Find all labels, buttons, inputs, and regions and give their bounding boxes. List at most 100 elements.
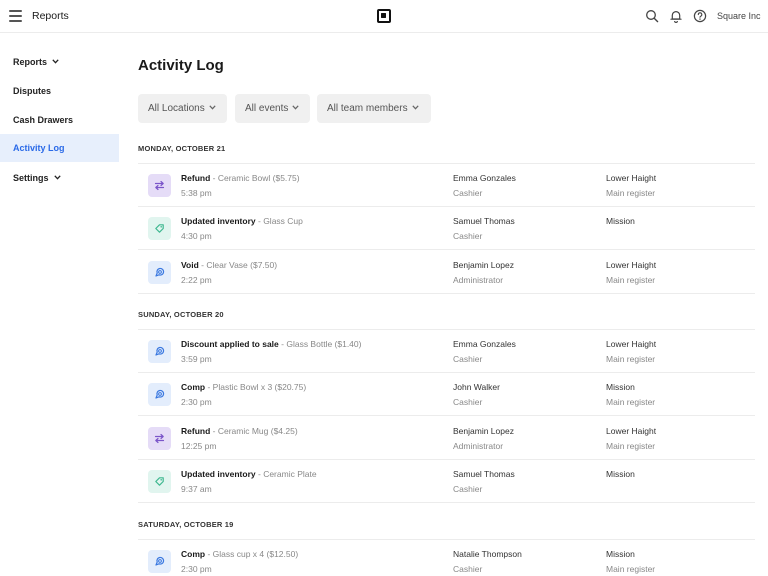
location-name: Lower Haight [606,339,657,349]
location-name: Mission [606,469,635,480]
activity-row[interactable]: Refund - Ceramic Mug ($4.25) 12:25 pm Be… [138,417,755,460]
activity-row[interactable]: Updated inventory - Glass Cup 4:30 pm Sa… [138,207,755,251]
team-member-role: Administrator [453,440,504,451]
location-name: Lower Haight [606,425,657,436]
team-member-role: Cashier [453,397,483,408]
event-time: 3:59 pm [181,354,212,364]
event-title: Comp - Plastic Bowl x 3 ($20.75) [181,382,306,392]
discount-icon [148,260,171,284]
chevron-down-icon [292,105,299,110]
activity-row[interactable]: Comp - Glass cup x 4 ($12.50) 2:30 pm Na… [138,540,755,576]
day-header: MONDAY, OCTOBER 21 [138,144,226,153]
event-detail: Glass Bottle ($1.40) [286,339,362,349]
square-logo[interactable] [377,9,391,23]
event-title: Void - Clear Vase ($7.50) [181,260,277,270]
event-action: Void [181,259,199,270]
location-device: Main register [606,397,656,408]
team-member-name: Samuel Thomas [453,469,515,480]
discount-icon [148,550,171,573]
event-action: Comp [181,382,206,393]
sidebar: Reports Disputes Cash Drawers Activity L… [0,34,119,576]
top-bar: Reports Square Inc [0,0,768,33]
org-name[interactable]: Square Inc [717,11,761,21]
event-detail: Ceramic Bowl ($5.75) [217,173,300,183]
discount-icon [148,340,171,363]
refund-icon [148,174,171,197]
location-name: Mission [606,216,635,227]
day-header: SATURDAY, OCTOBER 19 [138,520,234,529]
event-action: Refund [181,425,211,436]
event-detail: Ceramic Plate [263,469,317,480]
activity-row[interactable]: Refund - Ceramic Bowl ($5.75) 5:38 pm Em… [138,164,755,207]
event-title: Refund - Ceramic Mug ($4.25) [181,426,298,436]
location-name: Lower Haight [606,259,657,270]
activity-row[interactable]: Void - Clear Vase ($7.50) 2:22 pm Benjam… [138,251,755,294]
event-action: Updated inventory [181,216,256,227]
filter-team-members[interactable]: All team members [317,94,431,123]
event-action: Refund [181,173,211,183]
filter-events[interactable]: All events [235,94,310,123]
location-device: Main register [606,564,656,574]
event-time: 4:30 pm [181,231,212,242]
location-device: Main register [606,274,656,285]
bell-icon[interactable] [669,9,683,23]
event-title: Updated inventory - Glass Cup [181,216,303,226]
filter-label: All events [245,103,289,114]
event-detail: Glass Cup [263,216,303,227]
event-time: 2:22 pm [181,274,212,285]
team-member-name: Benjamin Lopez [453,425,514,436]
activity-row[interactable]: Comp - Plastic Bowl x 3 ($20.75) 2:30 pm… [138,373,755,417]
sidebar-item-reports[interactable]: Reports [0,48,119,76]
page-title: Activity Log [138,57,224,74]
location-name: Mission [606,549,635,559]
chevron-down-icon [411,105,419,110]
event-detail: Plastic Bowl x 3 ($20.75) [212,382,307,393]
team-member-role: Cashier [453,231,483,242]
event-separator: - [205,549,213,559]
event-action: Updated inventory [181,469,256,480]
location-device: Main register [606,440,656,451]
filter-locations[interactable]: All Locations [138,94,227,123]
event-separator: - [210,173,218,183]
team-member-role: Cashier [453,564,483,574]
sidebar-item-cash-drawers[interactable]: Cash Drawers [0,106,119,134]
event-title: Comp - Glass cup x 4 ($12.50) [181,549,298,559]
app-title: Reports [32,10,69,22]
search-icon[interactable] [645,9,659,23]
location-device: Main register [606,188,656,198]
tag-icon [148,470,171,494]
event-time: 2:30 pm [181,397,212,408]
sidebar-item-label: Disputes [13,86,52,96]
sidebar-item-label: Activity Log [13,143,65,153]
team-member-name: Emma Gonzales [453,339,516,349]
event-time: 5:38 pm [181,188,212,198]
help-icon[interactable] [693,9,707,23]
location-name: Lower Haight [606,173,657,183]
team-member-name: John Walker [453,382,500,393]
sidebar-item-disputes[interactable]: Disputes [0,77,119,105]
sidebar-item-label: Cash Drawers [13,115,74,125]
discount-icon [148,383,171,407]
tag-icon [148,217,171,241]
team-member-name: Natalie Thompson [453,549,522,559]
team-member-role: Administrator [453,274,504,285]
event-detail: Clear Vase ($7.50) [206,259,278,270]
event-separator: - [205,382,213,393]
event-action: Discount applied to sale [181,339,279,349]
event-separator: - [210,425,218,436]
team-member-name: Samuel Thomas [453,216,515,227]
team-member-role: Cashier [453,354,483,364]
activity-row[interactable]: Updated inventory - Ceramic Plate 9:37 a… [138,460,755,504]
sidebar-item-settings[interactable]: Settings [0,164,119,192]
day-header: SUNDAY, OCTOBER 20 [138,310,224,319]
sidebar-item-activity-log[interactable]: Activity Log [0,134,119,162]
location-device: Main register [606,354,656,364]
filter-label: All team members [327,103,408,114]
menu-icon[interactable] [9,10,22,22]
event-time: 2:30 pm [181,564,212,574]
sidebar-item-label: Settings [13,173,49,183]
location-name: Mission [606,382,635,393]
event-title: Refund - Ceramic Bowl ($5.75) [181,173,300,183]
activity-row[interactable]: Discount applied to sale - Glass Bottle … [138,330,755,373]
chevron-down-icon [53,175,61,180]
